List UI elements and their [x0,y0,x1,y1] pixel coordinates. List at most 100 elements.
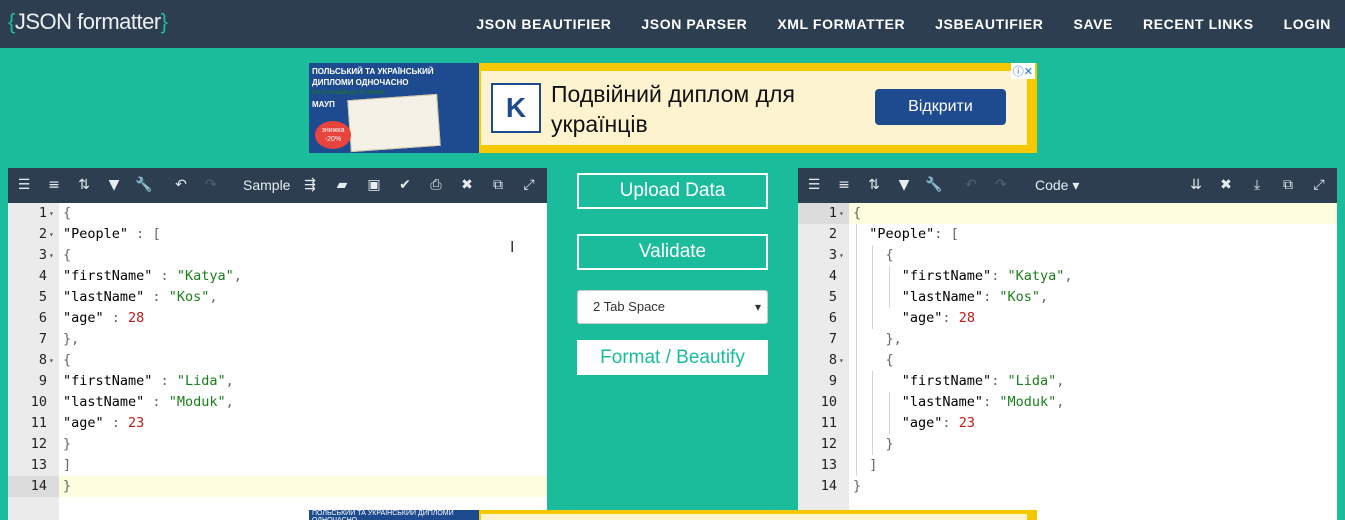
collapse-all-icon[interactable]: ⇊ [1186,176,1206,194]
fold-arrow-icon[interactable]: ▾ [49,350,54,371]
code-line: 7 }, [798,329,1337,350]
tab-space-select[interactable]: 2 Tab Space ▾ [577,290,768,324]
undo-icon[interactable]: ↶ [171,176,191,194]
code-text: } [885,436,894,452]
output-editor-panel: ☰ ≡ ⇅ ▼ 🔧 ↶ ↷ Code ▾ ⇊ ✖ ⤓ ⧉ ⤢ 1 ▾{2 "Peo… [798,168,1337,520]
open-folder-icon[interactable]: ▰ [332,176,352,194]
fold-arrow-icon[interactable]: ▾ [49,224,54,245]
compact-icon[interactable]: ≡ [44,176,64,194]
code-line: 12 } [798,434,1337,455]
sort-icon[interactable]: ⇅ [864,176,884,194]
code-line: 8 ▾ { [798,350,1337,371]
line-number: 9 [38,373,47,389]
code-mode-dropdown[interactable]: Code ▾ [1035,177,1079,194]
fold-arrow-icon[interactable]: ▾ [49,245,54,266]
nav-save[interactable]: SAVE [1074,16,1114,32]
filter-icon[interactable]: ▼ [104,176,124,194]
line-number: 4 [828,268,837,284]
compact-icon[interactable]: ≡ [834,176,854,194]
fold-arrow-icon[interactable]: ▾ [839,350,844,371]
copy-icon[interactable]: ⧉ [1278,176,1298,194]
line-number: 12 [30,436,47,452]
code-line: 14} [798,476,1337,497]
nav-json-beautifier[interactable]: JSON BEAUTIFIER [476,16,611,32]
fold-arrow-icon[interactable]: ▾ [839,245,844,266]
line-number: 11 [30,415,47,431]
fullscreen-icon[interactable]: ⤢ [519,176,539,194]
redo-icon: ↷ [995,177,1007,193]
code-text: { [885,247,894,263]
sort-icon[interactable]: ⇅ [74,176,94,194]
code-line: 1 ▾{ [8,203,547,224]
output-code-editor[interactable]: 1 ▾{2 "People": [3 ▾ {4 "firstName": "Katy… [798,203,1337,520]
nav-json-parser[interactable]: JSON PARSER [641,16,747,32]
clear-icon[interactable]: ✖ [457,176,477,194]
validate-button[interactable]: Validate [577,234,768,270]
code-text: "firstName" : "Katya", [63,268,242,284]
format-beautify-button[interactable]: Format / Beautify [577,340,768,375]
ad-headline: Подвійний диплом для українців [551,81,795,137]
ad-choices-icon[interactable]: ⓘ✕ [1010,63,1035,79]
mouse-cursor-icon: I [510,239,515,256]
code-text: } [63,478,72,494]
ad-open-button[interactable]: Відкрити [875,89,1006,125]
fold-arrow-icon[interactable]: ▾ [839,203,844,224]
line-number: 5 [828,289,837,305]
nav-jsbeautifier[interactable]: JSBEAUTIFIER [935,16,1043,32]
site-logo[interactable]: {JSON formatter} [8,9,168,35]
download-icon[interactable]: ⤓ [1247,176,1267,194]
upload-data-button[interactable]: Upload Data [577,173,768,209]
nav-xml-formatter[interactable]: XML FORMATTER [777,16,905,32]
line-number: 14 [820,478,837,494]
code-text: { [853,205,862,221]
code-text: "People": [ [869,226,959,242]
ad-banner-bottom[interactable]: ПОЛЬСЬКИЙ ТА УКРАЇНСЬКИЙ ДИПЛОМИ ОДНОЧАС… [309,510,1037,520]
indent-icon[interactable]: ☰ [804,176,824,194]
code-line: 12} [8,434,547,455]
ad-banner[interactable]: ПОЛЬСЬКИЙ ТА УКРАЇНСЬКИЙ ДИПЛОМИ ОДНОЧАС… [309,63,1037,153]
line-number: 10 [820,394,837,410]
line-number: 13 [820,457,837,473]
code-text: "firstName": "Lida", [901,373,1065,389]
clear-icon[interactable]: ✖ [1216,176,1236,194]
code-text: { [885,352,894,368]
line-number: 2 [828,226,837,242]
code-line: 5 "lastName": "Kos", [798,287,1337,308]
code-text: "lastName": "Moduk", [901,394,1065,410]
input-code-editor[interactable]: 1 ▾{2 ▾ "People" : [3 ▾{4 "firstName" : "Katy… [8,203,547,520]
line-number: 4 [38,268,47,284]
copy-icon[interactable]: ⧉ [488,176,508,194]
indent-guide [872,371,873,455]
save-icon[interactable]: ▣ [364,176,384,194]
code-text: }, [885,331,902,347]
code-line: 5 "lastName" : "Kos", [8,287,547,308]
indent-icon[interactable]: ☰ [14,176,34,194]
nav-recent-links[interactable]: RECENT LINKS [1143,16,1254,32]
usb-icon[interactable]: ⇶ [300,176,320,194]
code-line: 13] [8,455,547,476]
sample-button[interactable]: Sample [243,177,290,193]
nav-login[interactable]: LOGIN [1284,16,1331,32]
code-line: 4 "firstName": "Katya", [798,266,1337,287]
redo-icon: ↷ [205,177,217,193]
chevron-down-icon: ▾ [754,300,761,314]
indent-guide [856,224,857,476]
line-number: 9 [828,373,837,389]
line-number: 12 [820,436,837,452]
logo-text: JSON formatter [14,9,161,34]
wrench-icon[interactable]: 🔧 [924,176,944,194]
line-number: 7 [38,331,47,347]
print-icon[interactable]: ⎙ [426,176,446,194]
code-line: 2 ▾ "People" : [ [8,224,547,245]
fold-arrow-icon[interactable]: ▾ [49,203,54,224]
ad-logo-icon: K [491,83,541,133]
filter-icon[interactable]: ▼ [894,176,914,194]
fullscreen-icon[interactable]: ⤢ [1309,176,1329,194]
ad-discount-badge: знижка -20% [315,121,351,149]
code-line: 3 ▾ { [798,245,1337,266]
line-number: 5 [38,289,47,305]
code-line: 11 "age": 23 [798,413,1337,434]
code-line: 9 "firstName": "Lida", [798,371,1337,392]
check-icon[interactable]: ✔ [395,176,415,194]
wrench-icon[interactable]: 🔧 [134,176,154,194]
